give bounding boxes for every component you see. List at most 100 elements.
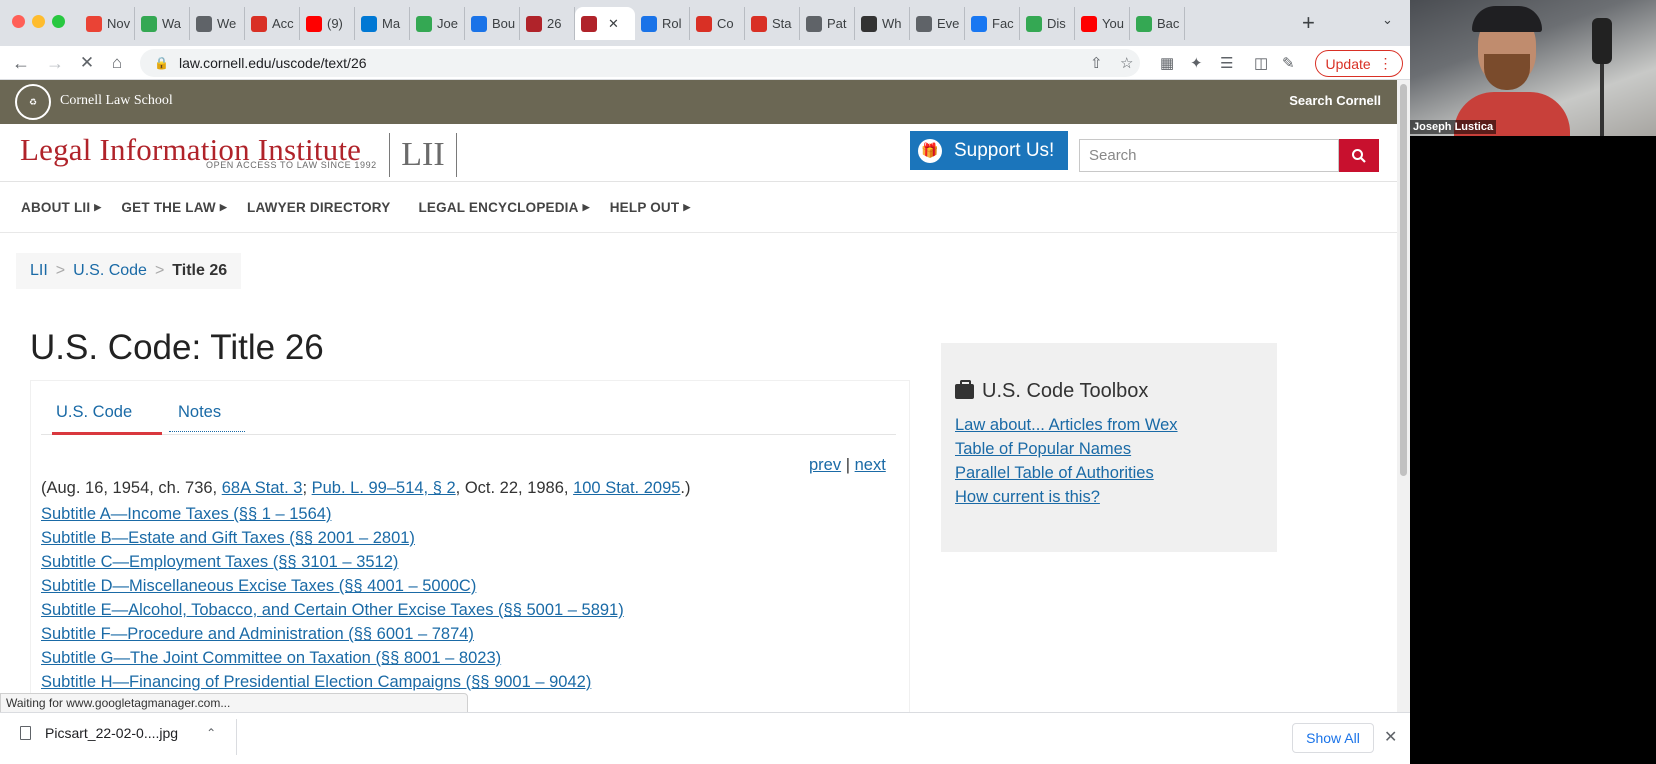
new-tab-button[interactable]: + [1302, 10, 1315, 36]
extension-icon[interactable]: ▦ [1160, 54, 1174, 72]
minimize-window-button[interactable] [32, 15, 45, 28]
nav-item[interactable]: GET THE LAW ▶ [121, 200, 227, 215]
back-button[interactable]: ← [8, 50, 34, 76]
browser-tab[interactable]: 26 [520, 7, 575, 40]
browser-tab[interactable]: Eve [910, 7, 965, 40]
browser-tab[interactable]: Co [690, 7, 745, 40]
browser-tab[interactable]: Fac [965, 7, 1020, 40]
microphone [1592, 18, 1612, 64]
profile-icon[interactable]: ✎ [1282, 54, 1295, 72]
nav-item[interactable]: ABOUT LII ▶ [21, 200, 101, 215]
cornell-law-school-link[interactable]: Cornell Law School [60, 93, 173, 109]
tab-search-icon[interactable]: ⌄ [1382, 12, 1393, 28]
source-link-pub-l[interactable]: Pub. L. 99–514, § 2 [312, 479, 456, 497]
nav-item[interactable]: HELP OUT ▶ [610, 200, 691, 215]
puzzle-icon[interactable]: ✦ [1190, 54, 1203, 72]
reading-list-icon[interactable]: ☰ [1220, 54, 1233, 72]
subtitle-link[interactable]: Subtitle E—Alcohol, Tobacco, and Certain… [41, 601, 624, 619]
cornell-seal-logo[interactable]: ♻ [15, 84, 51, 120]
chevron-up-icon[interactable]: ⌃ [206, 726, 216, 740]
subtitle-link[interactable]: Subtitle D—Miscellaneous Excise Taxes (§… [41, 577, 476, 595]
address-bar[interactable]: 🔒 law.cornell.edu/uscode/text/26 [140, 49, 1140, 77]
browser-tab[interactable]: Ma [355, 7, 410, 40]
browser-tab[interactable]: Nov [80, 7, 135, 40]
lii-header: Legal Information Institute OPEN ACCESS … [0, 124, 1397, 182]
forward-button[interactable]: → [42, 50, 68, 76]
browser-tab[interactable]: ✕ [575, 7, 635, 40]
caret-right-icon: ▶ [94, 202, 102, 212]
toolbox-link[interactable]: Table of Popular Names [955, 440, 1131, 458]
subtitle-link[interactable]: Subtitle C—Employment Taxes (§§ 3101 – 3… [41, 553, 398, 571]
search-cornell-link[interactable]: Search Cornell [1289, 93, 1381, 108]
nav-item[interactable]: LAWYER DIRECTORY [247, 200, 390, 215]
browser-tab[interactable]: (9) [300, 7, 355, 40]
tab-bar: Nov Wa We Acc (9) Ma Joe Bou 26 ✕ Rol Co Sta Pat Wh Eve… [0, 0, 1410, 46]
close-window-button[interactable] [12, 15, 25, 28]
search-input[interactable] [1079, 139, 1339, 172]
breadcrumb-us-code[interactable]: U.S. Code [73, 262, 147, 280]
google-sheets-icon [1136, 15, 1152, 32]
browser-tab[interactable]: You [1075, 7, 1130, 40]
browser-window: Nov Wa We Acc (9) Ma Joe Bou 26 ✕ Rol Co Sta Pat Wh Eve… [0, 0, 1410, 764]
close-icon[interactable]: ✕ [1384, 727, 1397, 747]
browser-tab[interactable]: Sta [745, 7, 800, 40]
show-all-button[interactable]: Show All [1292, 723, 1374, 753]
browser-tab[interactable]: Wa [135, 7, 190, 40]
scrollbar-thumb[interactable] [1400, 84, 1407, 476]
toolbox-link[interactable]: How current is this? [955, 488, 1100, 506]
page-scrollbar[interactable] [1397, 80, 1410, 712]
toolbox-link[interactable]: Law about... Articles from Wex [955, 416, 1178, 434]
url-text: law.cornell.edu/uscode/text/26 [178, 55, 367, 71]
next-link[interactable]: next [855, 456, 886, 474]
source-link-stat-3[interactable]: 68A Stat. 3 [222, 479, 303, 497]
bookmark-star-icon[interactable]: ☆ [1120, 54, 1133, 72]
nav-item[interactable]: LEGAL ENCYCLOPEDIA ▶ [418, 200, 589, 215]
browser-tab[interactable]: Joe [410, 7, 465, 40]
prev-link[interactable]: prev [809, 456, 841, 474]
list-item: Subtitle C—Employment Taxes (§§ 3101 – 3… [41, 550, 624, 574]
browser-tab[interactable]: Bou [465, 7, 520, 40]
download-item[interactable]: Picsart_22-02-0....jpg ⌃ [20, 725, 216, 741]
subtitle-link[interactable]: Subtitle A—Income Taxes (§§ 1 – 1564) [41, 505, 331, 523]
bar-chart-icon [751, 15, 767, 32]
subtitle-link[interactable]: Subtitle B—Estate and Gift Taxes (§§ 200… [41, 529, 415, 547]
cornell-header: ♻ Cornell Law School Search Cornell [0, 80, 1397, 124]
lock-icon[interactable]: 🔒 [154, 56, 169, 70]
browser-tab[interactable]: Dis [1020, 7, 1075, 40]
browser-tab[interactable]: Rol [635, 7, 690, 40]
side-panel-icon[interactable]: ◫ [1254, 54, 1268, 72]
source-link-stat-2095[interactable]: 100 Stat. 2095 [573, 479, 680, 497]
list-item: Subtitle B—Estate and Gift Taxes (§§ 200… [41, 526, 624, 550]
download-filename: Picsart_22-02-0....jpg [45, 725, 179, 741]
toolbox-link[interactable]: Parallel Table of Authorities [955, 464, 1154, 482]
source-text: .) [680, 479, 691, 497]
share-icon[interactable]: ⇧ [1090, 54, 1103, 72]
home-button[interactable]: ⌂ [104, 50, 130, 76]
close-tab-icon[interactable]: ✕ [608, 16, 619, 32]
lii-logo-mark[interactable]: LII [389, 133, 457, 177]
update-button[interactable]: Update ⋮ [1315, 50, 1403, 77]
subtitle-link[interactable]: Subtitle F—Procedure and Administration … [41, 625, 474, 643]
tab-notes[interactable]: Notes [178, 403, 221, 422]
support-us-button[interactable]: 🎁 Support Us! [910, 131, 1068, 170]
subtitle-link[interactable]: Subtitle G—The Joint Committee on Taxati… [41, 649, 501, 667]
active-tab-indicator [52, 432, 162, 435]
breadcrumb-lii[interactable]: LII [30, 262, 48, 280]
browser-tab[interactable]: We [190, 7, 245, 40]
browser-tab[interactable]: Acc [245, 7, 300, 40]
search-button[interactable] [1339, 139, 1379, 172]
browser-tab[interactable]: Pat [800, 7, 855, 40]
tab-label: Nov [107, 16, 131, 31]
list-item: Subtitle D—Miscellaneous Excise Taxes (§… [41, 574, 624, 598]
subtitle-link[interactable]: Subtitle H—Financing of Presidential Ele… [41, 673, 591, 691]
gift-icon: 🎁 [918, 138, 942, 163]
tab-us-code[interactable]: U.S. Code [56, 403, 132, 422]
tab-label: Co [717, 16, 734, 31]
globe-icon [806, 15, 822, 32]
list-item: Table of Popular Names [955, 437, 1178, 461]
maximize-window-button[interactable] [52, 15, 65, 28]
youtube-icon [1081, 15, 1097, 32]
browser-tab[interactable]: Bac [1130, 7, 1185, 40]
stop-loading-button[interactable]: ✕ [74, 50, 100, 76]
browser-tab[interactable]: Wh [855, 7, 910, 40]
